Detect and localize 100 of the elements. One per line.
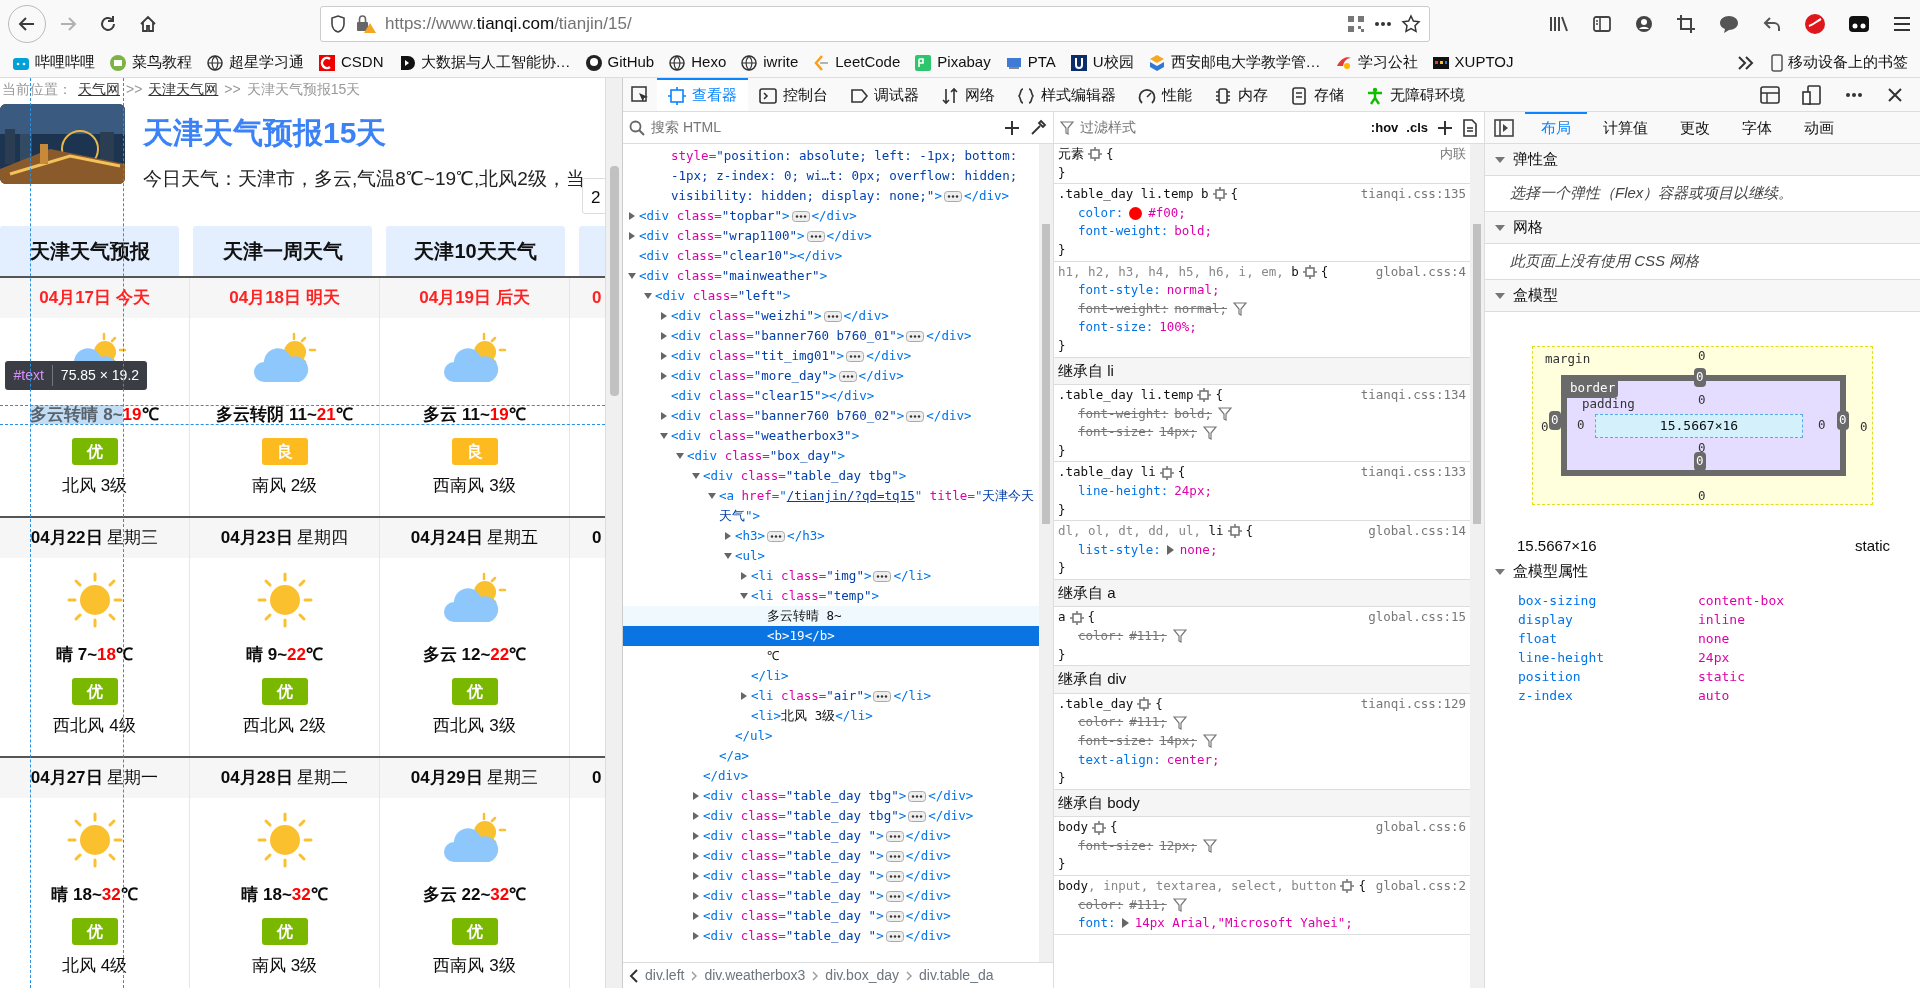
collapsed-content-icon[interactable]: [806, 231, 825, 242]
chevron-left-icon[interactable]: [629, 968, 639, 983]
bookmark[interactable]: 西安邮电大学教学管…: [1147, 51, 1321, 74]
markup-line[interactable]: style="position: absolute; left: -1px; bottom: -1px; z-index: 0; wi…t: 0px; overflow: hidden; visibility: hidden; display: none;"> </div>: [623, 146, 1039, 206]
node-highlight-icon[interactable]: [1302, 264, 1317, 279]
markup-line[interactable]: <li class="temp">: [623, 586, 1039, 606]
undo-icon[interactable]: [1762, 14, 1782, 34]
chevron-icon[interactable]: [1737, 54, 1755, 71]
source-link[interactable]: tianqi.css:135: [1360, 185, 1466, 204]
box-model-value[interactable]: 0: [1860, 418, 1868, 437]
markup-line[interactable]: <li class="img"> </li>: [623, 566, 1039, 586]
markup-line[interactable]: <div class="clear15"></div>: [623, 386, 1039, 406]
scrollbar-thumb[interactable]: [610, 166, 619, 396]
box-model-value[interactable]: 0: [1837, 411, 1849, 430]
expand-toggle-icon[interactable]: [724, 532, 732, 540]
filter-icon[interactable]: [1202, 734, 1217, 749]
collapsed-content-icon[interactable]: [873, 691, 892, 702]
account-icon[interactable]: [1634, 14, 1654, 34]
collapsed-content-icon[interactable]: [885, 831, 904, 842]
expand-toggle-icon[interactable]: [692, 792, 700, 800]
expand-toggle-icon[interactable]: [660, 432, 668, 440]
markup-line[interactable]: </div>: [623, 766, 1039, 786]
source-link[interactable]: global.css:15: [1368, 608, 1466, 628]
collapsed-content-icon[interactable]: [885, 871, 904, 882]
expand-toggle-icon[interactable]: [740, 592, 748, 600]
expand-toggle-icon[interactable]: [660, 312, 668, 320]
bookmark[interactable]: U校园: [1069, 51, 1134, 74]
markup-line[interactable]: <div class="table_day "> </div>: [623, 826, 1039, 846]
expand-toggle-icon[interactable]: [628, 232, 636, 240]
pseudo-class-toggle[interactable]: :hov: [1370, 117, 1399, 138]
source-link[interactable]: global.css:4: [1375, 262, 1466, 282]
expand-toggle-icon[interactable]: [708, 492, 716, 500]
extension-icon[interactable]: [1848, 14, 1870, 34]
markup-line[interactable]: </li>: [623, 666, 1039, 686]
filter-icon[interactable]: [1202, 425, 1217, 440]
markup-line[interactable]: <div class="table_day tbg"> </div>: [623, 806, 1039, 826]
markup-line[interactable]: <div class="clear10"></div>: [623, 246, 1039, 266]
bookmark[interactable]: LeetCode: [812, 51, 901, 74]
markup-line[interactable]: <div class="table_day "> </div>: [623, 846, 1039, 866]
breadcrumb-item[interactable]: div.box_day: [825, 965, 900, 986]
add-icon[interactable]: [1003, 118, 1021, 137]
expand-toggle-icon[interactable]: [740, 692, 748, 700]
breadcrumb-item[interactable]: div.table_da: [919, 965, 994, 986]
filter-icon[interactable]: [1202, 839, 1217, 854]
markup-line[interactable]: <div class="tit_img01"> </div>: [623, 346, 1039, 366]
tab[interactable]: 天津一周天气: [193, 226, 372, 276]
devtools-tab[interactable]: 无障碍环境: [1355, 78, 1476, 111]
expand-toggle-icon[interactable]: [628, 212, 636, 220]
markup-line[interactable]: </a>: [623, 746, 1039, 766]
markup-line[interactable]: <div class="banner760 b760_02"> </div>: [623, 406, 1039, 426]
expand-toggle-icon[interactable]: [692, 932, 700, 940]
star-icon[interactable]: [1401, 14, 1421, 34]
breadcrumb-link[interactable]: 天气网: [78, 78, 120, 100]
scrollbar-thumb[interactable]: [1473, 224, 1481, 524]
markup-line[interactable]: <div class="more_day"> </div>: [623, 366, 1039, 386]
collapsed-content-icon[interactable]: [823, 311, 842, 322]
collapsed-content-icon[interactable]: [885, 891, 904, 902]
devtools-tab[interactable]: 调试器: [839, 78, 930, 111]
bookmark[interactable]: CSDN: [318, 51, 384, 74]
devtools-tab[interactable]: 查看器: [657, 78, 748, 111]
node-highlight-icon[interactable]: [1092, 820, 1107, 835]
expand-toggle-icon[interactable]: [692, 832, 700, 840]
select-field[interactable]: 2: [582, 178, 605, 214]
markup-line[interactable]: <div class="weizhi"> </div>: [623, 306, 1039, 326]
markup-line[interactable]: <div class="table_day tbg">: [623, 466, 1039, 486]
markup-line[interactable]: <div class="box_day">: [623, 446, 1039, 466]
bookmark[interactable]: PTA: [1004, 51, 1056, 74]
property-value[interactable]: static: [1698, 667, 1920, 686]
markup-line[interactable]: <a href="/tianjin/?qd=tq15" title="天津今天天气">: [623, 486, 1039, 526]
expand-toggle-icon[interactable]: [1166, 545, 1174, 556]
breadcrumb-item[interactable]: div.weatherbox3: [704, 965, 806, 986]
bookmark-folder[interactable]: 移动设备上的书签: [1771, 51, 1908, 74]
box-model-value[interactable]: 0: [1698, 487, 1706, 506]
collapsed-content-icon[interactable]: [767, 531, 786, 542]
bookmark[interactable]: 哔哩哔哩: [12, 51, 95, 74]
bookmark[interactable]: 菜鸟教程: [109, 51, 192, 74]
markup-line[interactable]: </ul>: [623, 726, 1039, 746]
box-model-value[interactable]: 0: [1577, 416, 1585, 435]
section-header[interactable]: 弹性盒: [1485, 144, 1920, 176]
color-swatch[interactable]: [1129, 206, 1143, 220]
expand-toggle-icon[interactable]: [740, 572, 748, 580]
property-value[interactable]: inline: [1698, 610, 1920, 629]
expand-toggle-icon[interactable]: [692, 472, 700, 480]
box-model-value[interactable]: 0: [1698, 391, 1706, 410]
devtools-tab[interactable]: 存储: [1279, 78, 1355, 111]
expand-toggle-icon[interactable]: [660, 332, 668, 340]
collapsed-content-icon[interactable]: [906, 331, 925, 342]
class-toggle[interactable]: .cls: [1406, 117, 1428, 138]
chat-icon[interactable]: [1718, 14, 1740, 34]
swirl-logo-icon[interactable]: [1804, 13, 1826, 35]
tab[interactable]: 天津10天天气: [386, 226, 565, 276]
devtools-tab[interactable]: 内存: [1203, 78, 1279, 111]
markup-line[interactable]: <h3> </h3>: [623, 526, 1039, 546]
markup-line[interactable]: <div class="table_day "> </div>: [623, 926, 1039, 946]
source-link[interactable]: global.css:6: [1375, 818, 1466, 837]
responsive-icon[interactable]: [1802, 84, 1822, 105]
collapsed-content-icon[interactable]: [838, 371, 857, 382]
dock-icon[interactable]: [1760, 85, 1780, 104]
source-link[interactable]: global.css:2: [1375, 877, 1466, 896]
bookmark[interactable]: Hexo: [668, 51, 727, 74]
